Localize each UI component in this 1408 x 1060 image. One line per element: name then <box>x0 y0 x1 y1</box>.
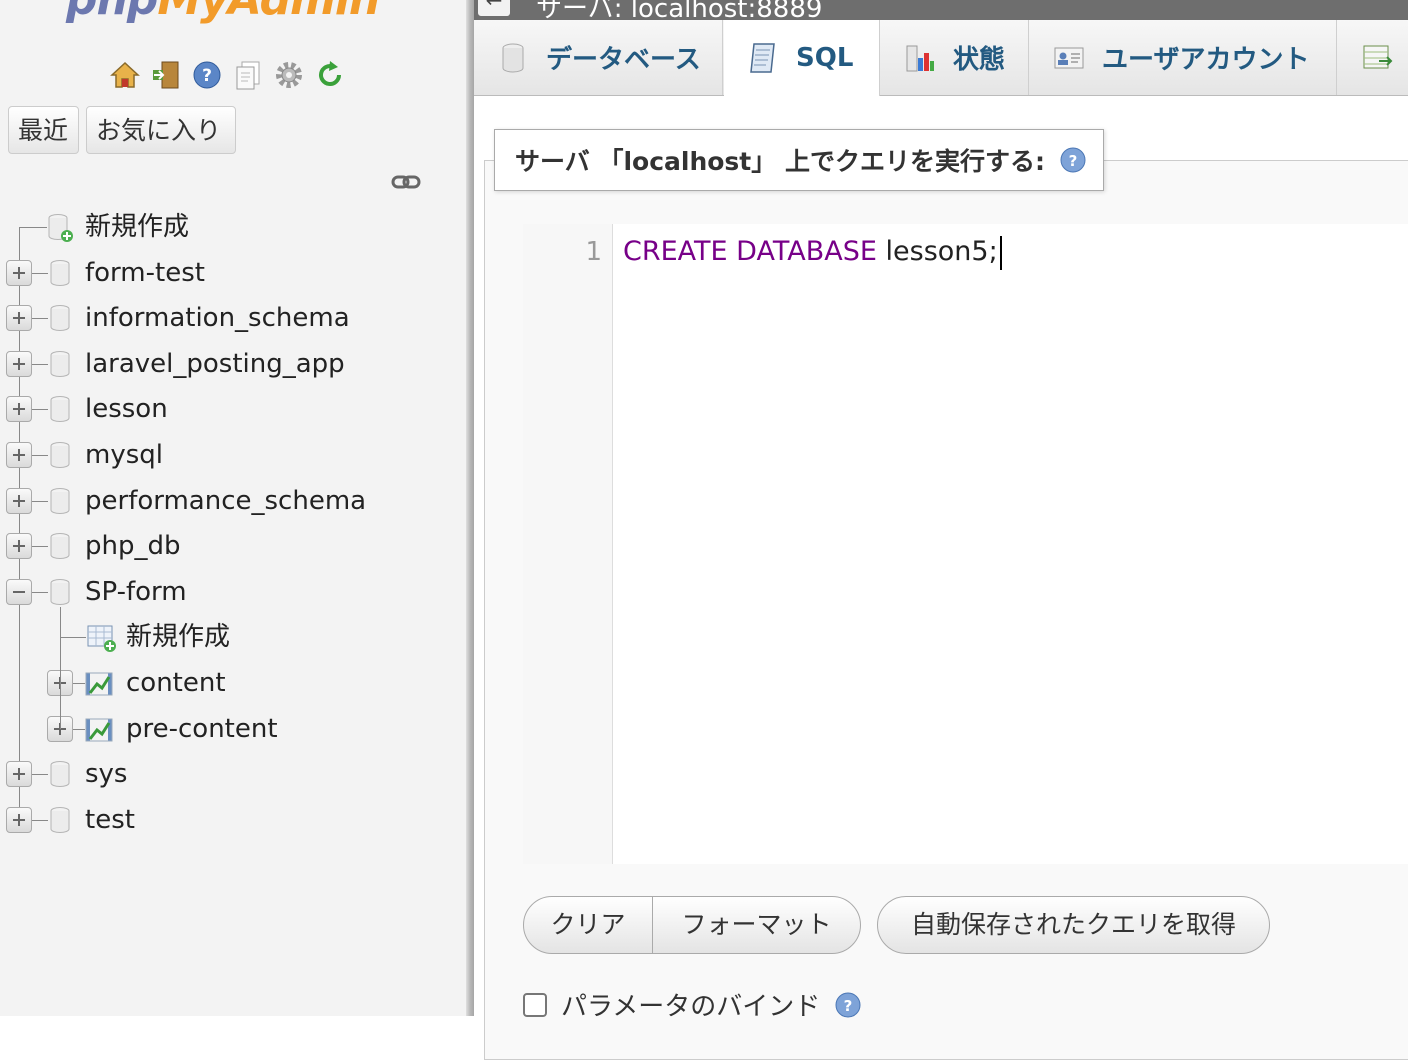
sql-icon <box>746 41 780 75</box>
sql-code-line[interactable]: CREATE DATABASE lesson5; <box>623 234 1002 270</box>
sql-editor[interactable]: 1 CREATE DATABASE lesson5; <box>523 224 1408 864</box>
sql-code-text: lesson5; <box>876 236 998 267</box>
expand-toggle-icon[interactable] <box>6 487 32 514</box>
database-icon <box>49 760 71 788</box>
tree-line <box>60 606 61 729</box>
tab-sql[interactable]: SQL <box>724 20 880 96</box>
tree-database-item[interactable]: SP-form <box>85 577 187 607</box>
tree-line <box>32 318 48 320</box>
expand-toggle-icon[interactable] <box>6 806 32 833</box>
tree-line <box>32 409 48 411</box>
navigation-sidebar: phpMyAdmin ? 最近 お気に入り 新規作成form-testinfor… <box>0 0 466 1016</box>
bind-parameters-checkbox[interactable] <box>523 992 547 1017</box>
tree-line <box>32 546 48 548</box>
tree-new-database[interactable]: 新規作成 <box>85 212 189 242</box>
tree-database-item[interactable]: sys <box>85 759 127 789</box>
table-icon <box>84 669 116 699</box>
tree-line <box>32 455 48 456</box>
tab-databases[interactable]: データベース <box>474 20 723 95</box>
database-icon <box>49 259 71 287</box>
expand-toggle-icon[interactable] <box>6 442 32 468</box>
tree-line <box>32 272 48 274</box>
tab-user-accounts[interactable]: ユーザアカウント <box>1030 20 1337 95</box>
status-chart-icon <box>903 41 937 75</box>
expand-toggle-icon[interactable] <box>6 761 32 788</box>
database-icon <box>496 41 530 75</box>
collapse-toggle-icon[interactable] <box>6 578 32 605</box>
database-icon <box>49 806 71 834</box>
tree-line <box>32 500 48 502</box>
tree-database-item[interactable]: test <box>85 805 135 835</box>
tree-database-item[interactable]: information_schema <box>85 303 350 333</box>
database-tree: 新規作成 form-test information_schema laravel_p… <box>0 0 466 1016</box>
database-icon <box>49 578 71 606</box>
help-icon[interactable]: ? <box>1059 146 1087 174</box>
table-icon <box>84 715 116 745</box>
bind-parameters-label[interactable]: パラメータのバインド <box>561 986 820 1023</box>
database-icon <box>49 304 71 332</box>
tree-line <box>19 227 47 228</box>
main-tabs: データベース SQL 状態 ユーザアカウント <box>474 20 1408 96</box>
breadcrumb[interactable]: サーバ: localhost:8889 <box>536 0 822 20</box>
database-icon <box>49 441 71 469</box>
sql-keyword: CREATE DATABASE <box>623 236 877 267</box>
tree-database-item[interactable]: php_db <box>85 531 181 561</box>
sidebar-resizer[interactable] <box>466 0 474 1016</box>
back-arrow-icon[interactable]: ← <box>478 0 510 16</box>
tree-line <box>32 774 48 776</box>
format-button[interactable]: フォーマット <box>652 896 861 954</box>
tree-line <box>32 819 48 821</box>
tree-new-table[interactable]: 新規作成 <box>126 622 230 652</box>
expand-toggle-icon[interactable] <box>6 533 32 560</box>
tree-database-item[interactable]: lesson <box>85 394 168 424</box>
tab-label: データベース <box>546 45 701 75</box>
tree-line <box>60 637 86 639</box>
tab-status[interactable]: 状態 <box>881 20 1029 95</box>
tree-table-item[interactable]: pre-content <box>126 714 278 744</box>
line-number: 1 <box>585 237 602 267</box>
expand-toggle-icon[interactable] <box>6 350 32 377</box>
main-content: サーバ 「localhost」 上でクエリを実行する: ? 1 CREATE D… <box>474 96 1408 1060</box>
tree-database-item[interactable]: performance_schema <box>85 486 366 516</box>
database-icon <box>49 487 71 515</box>
get-autosaved-query-button[interactable]: 自動保存されたクエリを取得 <box>877 896 1270 954</box>
tree-table-item[interactable]: content <box>126 668 226 698</box>
tree-line <box>32 363 48 365</box>
tab-label: SQL <box>796 43 854 73</box>
svg-text:?: ? <box>1069 152 1078 170</box>
tree-database-item[interactable]: laravel_posting_app <box>85 349 345 379</box>
expand-toggle-icon[interactable] <box>6 396 32 423</box>
expand-toggle-icon[interactable] <box>6 259 32 286</box>
query-panel-legend: サーバ 「localhost」 上でクエリを実行する: ? <box>494 129 1104 191</box>
tab-label: ユーザアカウント <box>1102 45 1310 75</box>
database-icon <box>49 532 71 560</box>
expand-toggle-icon[interactable] <box>6 305 32 332</box>
new-table-icon <box>86 623 118 653</box>
tree-line <box>32 591 48 593</box>
clear-button[interactable]: クリア <box>523 896 653 954</box>
bind-parameters-row: パラメータのバインド ? <box>523 986 862 1023</box>
breadcrumb-bar: ← サーバ: localhost:8889 <box>474 0 1408 20</box>
database-icon <box>49 350 71 378</box>
help-icon[interactable]: ? <box>834 991 862 1019</box>
query-panel-title: サーバ 「localhost」 上でクエリを実行する: <box>515 147 1045 176</box>
export-icon <box>1360 41 1394 75</box>
svg-text:?: ? <box>844 997 853 1015</box>
tree-database-item[interactable]: form-test <box>85 258 205 288</box>
line-number-gutter: 1 <box>523 224 613 864</box>
user-accounts-icon <box>1052 41 1086 75</box>
tab-label: 状態 <box>953 45 1006 75</box>
database-icon <box>49 395 71 423</box>
new-database-icon <box>47 213 73 242</box>
tree-database-item[interactable]: mysql <box>85 440 163 470</box>
text-cursor <box>999 235 1002 270</box>
tab-export[interactable] <box>1338 20 1408 95</box>
